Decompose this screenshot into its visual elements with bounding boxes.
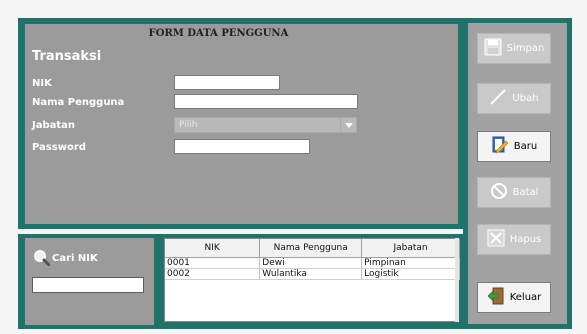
column-header-nik[interactable]: NIK [165,239,261,258]
table-cell[interactable]: Logistik [361,268,460,280]
column-header-jabatan[interactable]: Jabatan [361,239,460,258]
application-window: FORM DATA PENGGUNA Transaksi NIK Nama Pe… [0,0,587,334]
hapus-button[interactable]: Hapus [477,224,551,255]
keluar-button[interactable]: Keluar [477,282,551,313]
table-cell[interactable]: 0001 [165,257,261,269]
table-cell[interactable]: Wulantika [259,268,363,280]
edit-icon [489,88,507,109]
nama-pengguna-label: Nama Pengguna [32,97,125,108]
jabatan-select[interactable]: Pilih [174,117,357,133]
button-panel [468,23,567,324]
simpan-button[interactable]: Simpan [477,33,551,64]
jabatan-selected-value: Pilih [179,120,198,130]
ubah-button[interactable]: Ubah [477,83,551,114]
nik-input[interactable] [174,75,280,90]
table-row[interactable]: 0002 Wulantika Logistik [165,268,460,280]
ubah-label: Ubah [512,93,539,104]
chevron-down-icon[interactable] [340,118,356,132]
simpan-label: Simpan [506,43,545,54]
cari-nik-label: Cari NIK [52,253,98,264]
jabatan-label: Jabatan [32,120,76,131]
baru-button[interactable]: Baru [477,131,551,162]
table-scroll-edge [455,238,459,322]
keluar-label: Keluar [509,292,542,303]
table-header-row: NIK Nama Pengguna Jabatan [165,239,460,258]
delete-icon [487,229,505,250]
password-input[interactable] [174,139,310,154]
batal-label: Batal [512,187,539,198]
exit-icon [487,287,505,308]
nama-pengguna-input[interactable] [174,94,358,109]
table-cell[interactable]: Pimpinan [361,257,460,269]
password-label: Password [32,142,86,153]
baru-label: Baru [513,141,538,152]
save-icon [484,38,502,59]
hapus-label: Hapus [509,234,542,245]
column-header-nama-pengguna[interactable]: Nama Pengguna [259,239,363,258]
search-icon [33,249,51,270]
table-cell[interactable]: 0002 [165,268,261,280]
table-cell[interactable]: Dewi [259,257,363,269]
batal-button[interactable]: Batal [477,177,551,208]
user-table: NIK Nama Pengguna Jabatan 0001 Dewi Pimp… [164,238,460,322]
new-document-icon [491,136,509,157]
cancel-icon [490,182,508,203]
section-title: Transaksi [32,49,102,64]
nik-label: NIK [32,78,52,89]
table-row[interactable]: 0001 Dewi Pimpinan [165,257,460,269]
search-input[interactable] [32,277,144,293]
form-title: FORM DATA PENGGUNA [148,28,289,39]
